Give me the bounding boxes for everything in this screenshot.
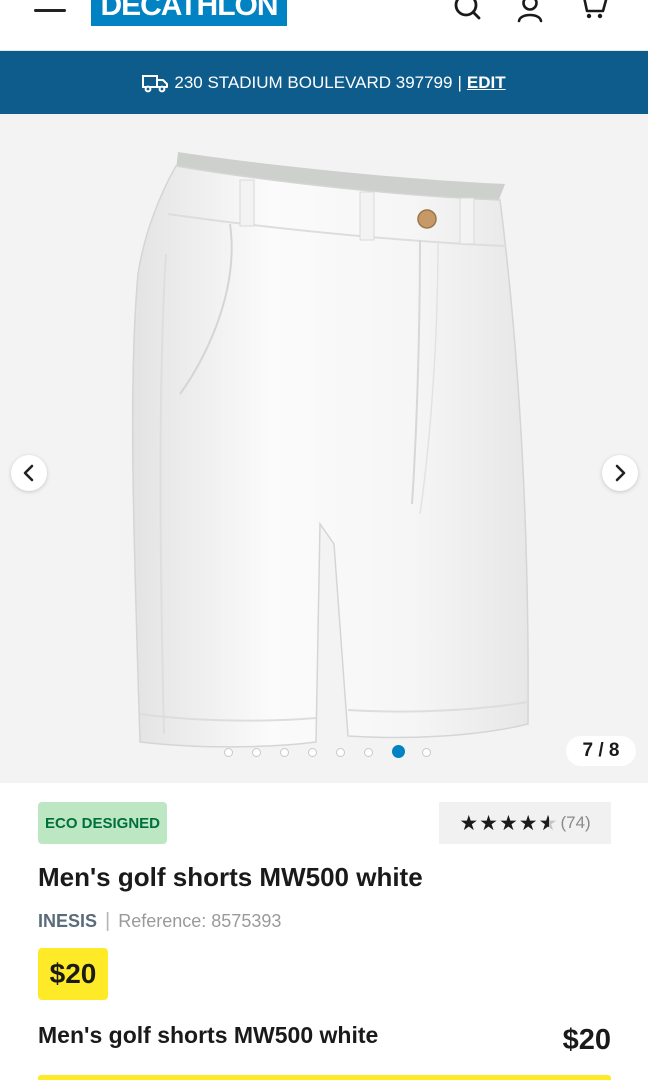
star-icon: ★ <box>518 811 539 835</box>
sticky-product-price: $20 <box>562 1024 611 1056</box>
chevron-left-icon <box>23 464 34 482</box>
decathlon-logo[interactable]: DECATHLON <box>91 0 287 26</box>
gallery-dot-6[interactable] <box>364 748 373 757</box>
header: DECATHLON <box>0 0 648 51</box>
gallery-dots <box>224 745 450 758</box>
menu-icon[interactable] <box>34 0 66 20</box>
gallery-dot-4[interactable] <box>308 748 317 757</box>
gallery-dot-2[interactable] <box>252 748 261 757</box>
gallery-dot-7-active[interactable] <box>392 745 405 758</box>
next-image-button[interactable] <box>602 455 638 491</box>
brand-divider: | <box>105 910 111 932</box>
rating-stars-label: ★★★★★★ <box>459 811 558 835</box>
chevron-right-icon <box>615 464 626 482</box>
add-to-cart-button[interactable] <box>38 1075 611 1080</box>
star-icon: ★★ <box>538 811 559 835</box>
product-image <box>131 152 529 748</box>
truck-icon <box>142 74 169 92</box>
edit-address-link[interactable]: EDIT <box>467 73 506 93</box>
cart-icon[interactable] <box>578 0 608 24</box>
rating-summary[interactable]: ★★★★★★ (74) <box>439 802 611 844</box>
brand-reference-line: INESIS | Reference: 8575393 <box>38 910 281 933</box>
star-icon: ★ <box>479 811 499 835</box>
star-icon: ★ <box>459 811 480 835</box>
product-gallery[interactable]: 7 / 8 <box>0 114 648 783</box>
star-icon: ★ <box>498 811 519 835</box>
gallery-dot-3[interactable] <box>280 748 289 757</box>
sticky-product-title: Men's golf shorts MW500 white <box>38 1022 379 1048</box>
product-reference: Reference: 8575393 <box>118 911 282 931</box>
half-star-icon: ★ <box>539 811 549 835</box>
delivery-address-bar: 230 STADIUM BOULEVARD 397799 | EDIT <box>0 51 648 114</box>
brand-name[interactable]: INESIS <box>38 911 97 932</box>
product-title: Men's golf shorts MW500 white <box>38 862 423 892</box>
previous-image-button[interactable] <box>11 455 47 491</box>
address-separator: | <box>457 72 462 92</box>
eco-designed-badge[interactable]: ECO DESIGNED <box>38 802 167 844</box>
image-counter: 7 / 8 <box>566 736 636 766</box>
review-count: (74) <box>560 813 591 832</box>
price-tag: $20 <box>38 948 108 1000</box>
search-icon[interactable] <box>452 0 482 24</box>
account-icon[interactable] <box>515 0 545 24</box>
gallery-dot-5[interactable] <box>336 748 345 757</box>
rating-stars: ★★★★★★ <box>459 811 558 835</box>
logo-text: DECATHLON <box>100 0 278 22</box>
gallery-dot-1[interactable] <box>224 748 233 757</box>
delivery-address: 230 STADIUM BOULEVARD 397799 <box>174 72 453 92</box>
gallery-dot-8[interactable] <box>422 748 431 757</box>
